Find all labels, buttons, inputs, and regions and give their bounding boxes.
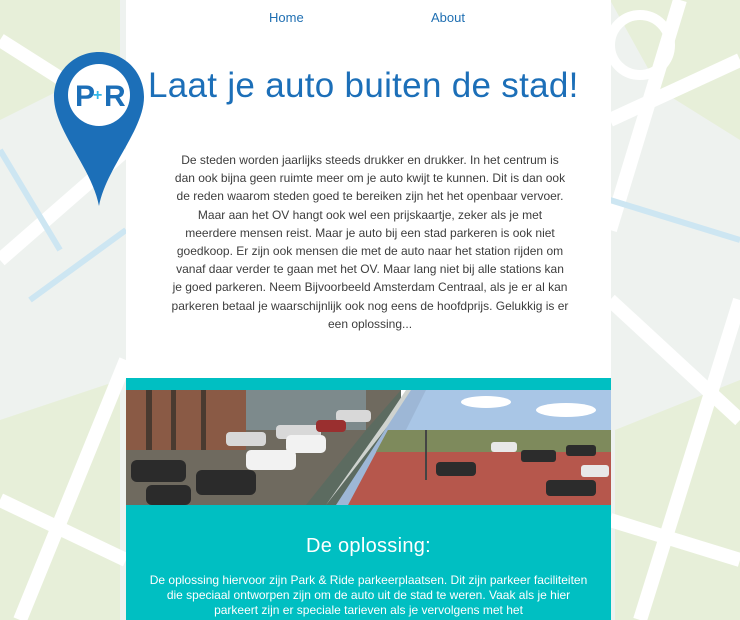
- parking-photo: [126, 390, 611, 505]
- page-title: Laat je auto buiten de stad!: [148, 66, 579, 105]
- top-nav: Home About: [126, 10, 611, 30]
- logo-letter-r: R: [104, 80, 126, 113]
- nav-link-home[interactable]: Home: [269, 10, 304, 25]
- solution-heading: De oplossing:: [305, 535, 432, 557]
- logo-letter-p: P: [75, 80, 95, 113]
- park-and-ride-map-pin-icon: P + R: [54, 52, 144, 206]
- solution-section: De oplossing: De oplossing hiervoor zijn…: [126, 505, 611, 620]
- page-column: Home About Laat je auto buiten de stad! …: [126, 0, 611, 620]
- intro-paragraph: De steden worden jaarlijks steeds drukke…: [171, 153, 569, 331]
- logo-plus: +: [93, 87, 102, 104]
- teal-divider: [126, 378, 611, 390]
- nav-link-about[interactable]: About: [431, 10, 465, 25]
- solution-paragraph: De oplossing hiervoor zijn Park & Ride p…: [149, 573, 588, 617]
